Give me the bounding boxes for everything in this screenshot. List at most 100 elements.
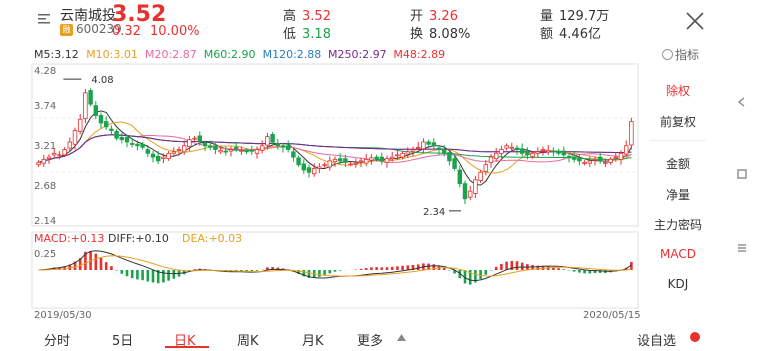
high-field: 高 3.52 (283, 5, 331, 24)
candle (114, 130, 119, 139)
amount-value: 4.46亿 (559, 27, 601, 42)
active-tab-indicator (165, 346, 209, 348)
candle (181, 145, 187, 153)
candle (431, 142, 437, 147)
turnover-label: 换 (410, 27, 424, 42)
candle (426, 141, 431, 145)
ma-legend-item: M10:3.01 (86, 48, 138, 61)
menu-icon[interactable] (38, 12, 52, 26)
candle (88, 90, 93, 105)
candle (103, 121, 109, 128)
tab-intraday[interactable]: 分时 (44, 330, 70, 349)
candle (441, 149, 447, 154)
candle (270, 134, 275, 143)
turnover-field: 换 8.08% (410, 23, 470, 42)
y-tick-label: 4.28 (34, 66, 56, 77)
ma-legend-item: M120:2.88 (263, 48, 322, 61)
candle (317, 166, 322, 169)
candle (473, 179, 478, 194)
kline-chart[interactable]: M5:3.12 M10:3.01 M20:2.87 M60:2.90 M120:2.88… (0, 42, 646, 320)
candle (343, 158, 348, 163)
candle (254, 149, 260, 154)
candle (301, 163, 307, 171)
ma-legend-item: M5:3.12 (34, 48, 79, 61)
tab-weekly-k[interactable]: 周K (237, 330, 259, 349)
x-end-label: 2020/05/15 (583, 310, 641, 320)
candle (124, 137, 130, 143)
candle (155, 155, 161, 162)
turnover-value: 8.08% (429, 27, 471, 42)
candle (98, 115, 104, 124)
record-dot-icon[interactable] (690, 332, 700, 342)
macd-legend-item: MACD:+0.13 (34, 232, 104, 245)
net-volume-option[interactable]: 净量 (646, 186, 710, 203)
candle (228, 149, 234, 152)
candle (62, 149, 67, 156)
candle (93, 105, 99, 116)
recents-menu-icon[interactable] (736, 242, 748, 254)
tab-5day[interactable]: 5日 (112, 330, 133, 349)
candle (67, 141, 73, 149)
ma-legend-item: M48:2.89 (393, 48, 445, 61)
candle (566, 155, 572, 158)
candle (129, 143, 135, 145)
candle (504, 145, 509, 149)
candle (83, 92, 88, 119)
candle (192, 137, 197, 140)
candle (577, 157, 582, 162)
y-tick-label: 3.21 (34, 141, 56, 152)
back-arrow-icon[interactable] (736, 96, 748, 108)
main-force-option[interactable]: 主力密码 (646, 216, 710, 233)
candle (462, 183, 468, 200)
self-select-button[interactable]: 设自选 (637, 330, 676, 349)
candle (77, 118, 83, 132)
candle (265, 136, 270, 146)
forward-adjusted-option[interactable]: 前复权 (646, 113, 710, 130)
candle (499, 149, 504, 154)
x-start-label: 2019/05/30 (34, 310, 92, 320)
candle (275, 143, 281, 147)
candle (150, 153, 156, 158)
candle (140, 143, 145, 148)
high-label: 高 (283, 9, 297, 24)
tab-monthly-k[interactable]: 月K (302, 330, 324, 349)
macd-option[interactable]: MACD (646, 247, 710, 261)
candle (348, 163, 353, 166)
candle (618, 152, 624, 160)
volume-field: 量 129.7万 (540, 5, 609, 24)
margin-badge: 融 (60, 24, 73, 36)
caret-up-icon[interactable] (397, 334, 406, 341)
candle (525, 150, 530, 156)
amount-option[interactable]: 金额 (646, 155, 710, 172)
candle (421, 141, 426, 150)
high-marker-label: 4.08 (91, 75, 113, 86)
close-icon[interactable] (684, 10, 706, 32)
amount-label: 额 (540, 27, 554, 42)
candle (363, 158, 369, 164)
candle (332, 158, 338, 163)
candle (384, 158, 390, 163)
kdj-option[interactable]: KDJ (646, 277, 710, 291)
candle (556, 150, 561, 154)
volume-value: 129.7万 (559, 9, 610, 24)
candle (561, 150, 567, 156)
candle (207, 145, 213, 148)
candle (467, 190, 473, 198)
candle (202, 143, 208, 147)
candle (592, 158, 598, 161)
candle (582, 162, 587, 164)
low-marker-label: 2.34 (423, 207, 445, 218)
candle (311, 168, 317, 175)
candle (452, 158, 457, 169)
home-square-icon[interactable] (736, 168, 748, 180)
ma-legend-item: M20:2.87 (145, 48, 197, 61)
candle (249, 149, 255, 152)
candle (280, 145, 286, 148)
candle (337, 158, 343, 162)
candle (145, 149, 151, 154)
candle (358, 160, 364, 163)
candle (291, 151, 296, 158)
ex-rights-option[interactable]: 除权 (646, 82, 710, 99)
ma-legend-item: M60:2.90 (204, 48, 256, 61)
tab-more[interactable]: 更多 (357, 330, 383, 349)
